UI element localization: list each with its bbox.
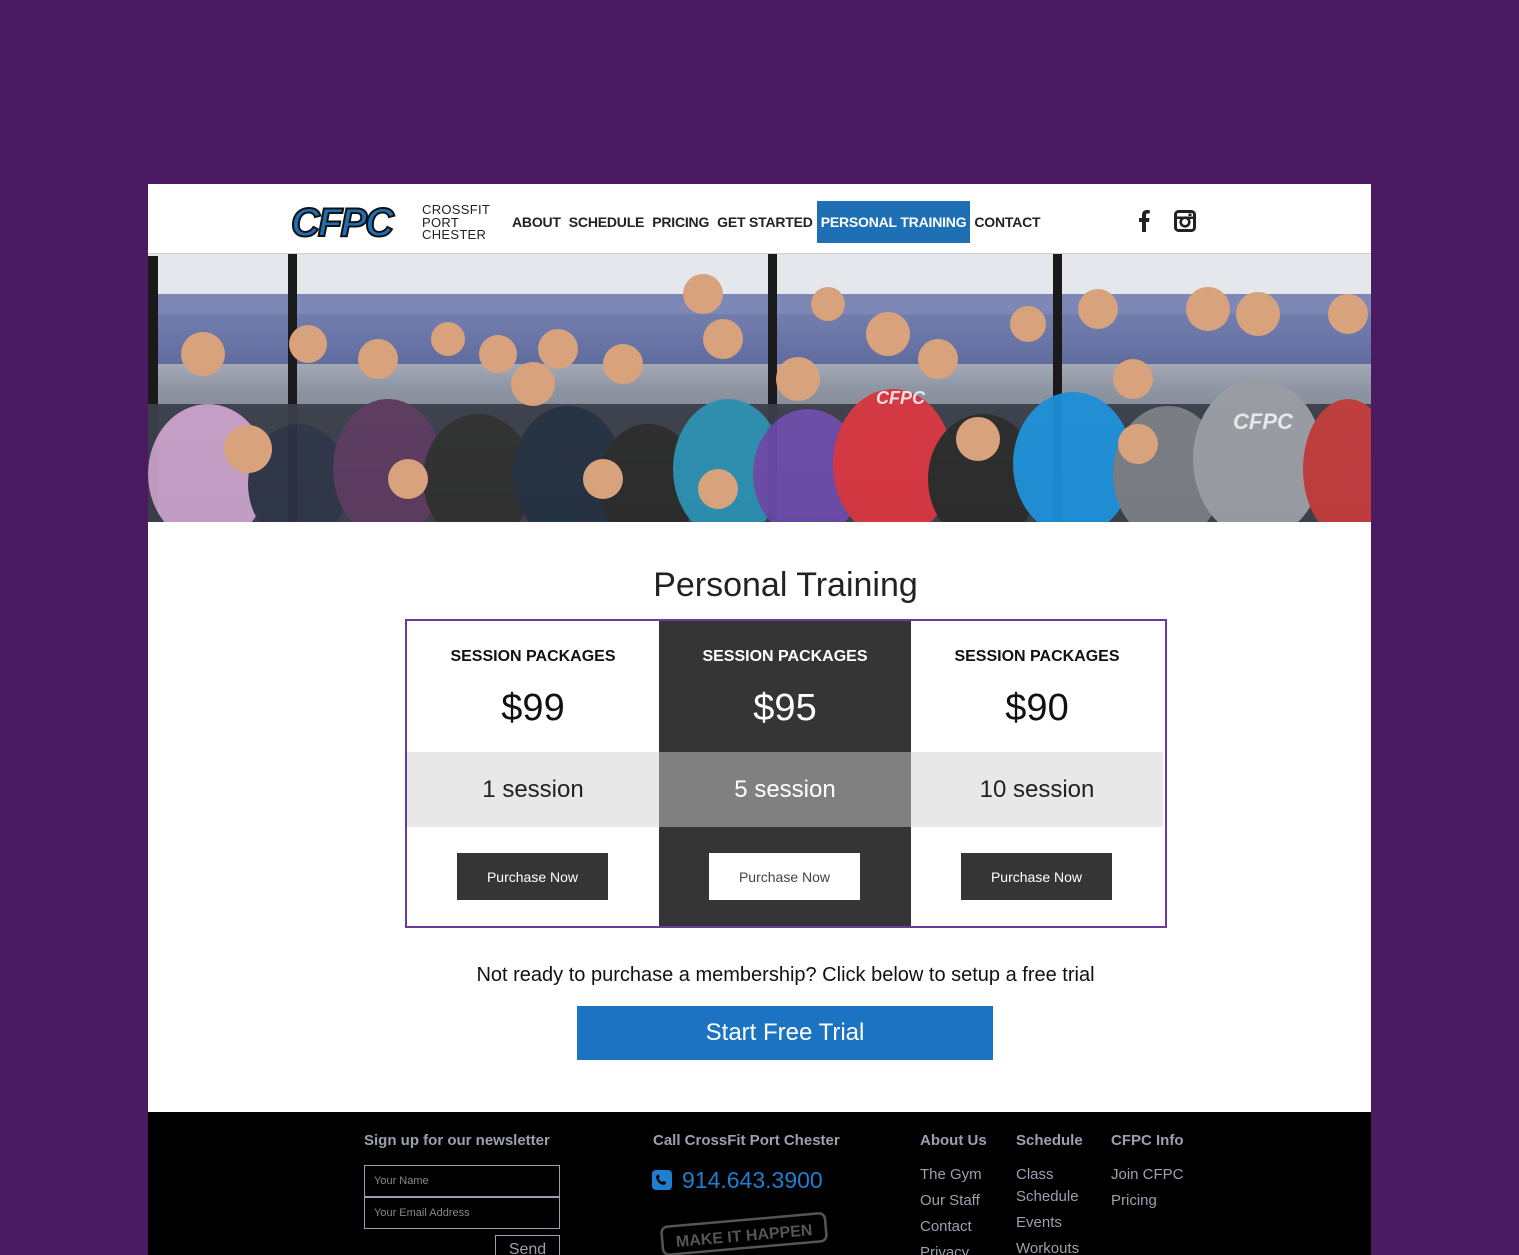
purchase-now-button[interactable]: Purchase Now	[709, 853, 860, 900]
site-footer: Sign up for our newsletter Send Call Cro…	[148, 1112, 1371, 1255]
footer-link-our-staff[interactable]: Our Staff	[920, 1190, 980, 1212]
newsletter-name-input[interactable]	[364, 1165, 560, 1197]
plan-heading: SESSION PACKAGES	[450, 648, 616, 665]
newsletter-email-input[interactable]	[364, 1197, 560, 1229]
make-it-happen-stamp: MAKE IT HAPPEN	[658, 1212, 830, 1255]
plan-heading: SESSION PACKAGES	[954, 648, 1120, 665]
site-logo[interactable]: CFPC CROSSFIT PORT CHESTER	[289, 200, 490, 246]
svg-text:CFPC: CFPC	[876, 388, 926, 408]
footer-cfpc-info-heading: CFPC Info	[1111, 1132, 1184, 1149]
footer-link-privacy[interactable]: Privacy	[920, 1242, 969, 1255]
phone-icon	[652, 1170, 672, 1190]
pricing-plan-10: SESSION PACKAGES $90 10 session Purchase…	[911, 621, 1163, 926]
hero-group-photo: CFPC CFPC	[148, 254, 1371, 522]
call-heading: Call CrossFit Port Chester	[653, 1132, 840, 1149]
footer-link-workouts[interactable]: Workouts	[1016, 1238, 1079, 1255]
phone-number: 914.643.3900	[682, 1166, 823, 1193]
purchase-now-button[interactable]: Purchase Now	[961, 853, 1112, 900]
plan-price: $95	[753, 687, 817, 729]
footer-link-the-gym[interactable]: The Gym	[920, 1164, 982, 1186]
nav-schedule[interactable]: SCHEDULE	[565, 201, 648, 243]
nav-personal-training[interactable]: PERSONAL TRAINING	[816, 201, 971, 243]
footer-link-class-schedule[interactable]: Class Schedule	[1016, 1164, 1086, 1208]
footer-link-pricing[interactable]: Pricing	[1111, 1190, 1157, 1212]
main-nav: ABOUT SCHEDULE PRICING GET STARTED PERSO…	[508, 201, 1044, 243]
footer-link-events[interactable]: Events	[1016, 1212, 1062, 1234]
plan-sessions: 5 session	[659, 752, 911, 827]
page-frame: CFPC CROSSFIT PORT CHESTER ABOUT SCHEDUL…	[148, 184, 1371, 1255]
hero-photo-illustration: CFPC CFPC	[148, 254, 1371, 522]
footer-schedule-heading: Schedule	[1016, 1132, 1083, 1149]
nav-get-started[interactable]: GET STARTED	[713, 201, 817, 243]
cfpc-logo-mark: CFPC	[290, 200, 398, 246]
phone-link[interactable]: 914.643.3900	[652, 1166, 823, 1194]
start-free-trial-button[interactable]: Start Free Trial	[577, 1006, 993, 1060]
instagram-icon[interactable]	[1173, 208, 1197, 234]
pricing-plan-1: SESSION PACKAGES $99 1 session Purchase …	[407, 621, 659, 926]
newsletter-send-button[interactable]: Send	[495, 1235, 560, 1255]
site-header: CFPC CROSSFIT PORT CHESTER ABOUT SCHEDUL…	[148, 184, 1371, 254]
pricing-table: SESSION PACKAGES $99 1 session Purchase …	[405, 619, 1167, 928]
free-trial-prompt: Not ready to purchase a membership? Clic…	[476, 964, 1095, 986]
nav-about[interactable]: ABOUT	[508, 201, 565, 243]
logo-line: CHESTER	[422, 227, 487, 242]
page-title: Personal Training	[653, 566, 918, 604]
stamp-text: MAKE IT HAPPEN	[675, 1222, 813, 1251]
logo-wordmark: CROSSFIT PORT CHESTER	[422, 203, 490, 242]
footer-link-join-cfpc[interactable]: Join CFPC	[1111, 1164, 1184, 1186]
plan-price: $90	[1005, 687, 1069, 729]
plan-price: $99	[501, 687, 565, 729]
nav-pricing[interactable]: PRICING	[648, 201, 713, 243]
plan-sessions: 1 session	[407, 752, 659, 827]
purchase-now-button[interactable]: Purchase Now	[457, 853, 608, 900]
svg-text:CFPC: CFPC	[1233, 409, 1294, 434]
plan-heading: SESSION PACKAGES	[702, 648, 868, 665]
pricing-plan-5: SESSION PACKAGES $95 5 session Purchase …	[659, 621, 911, 926]
facebook-icon[interactable]	[1132, 208, 1156, 234]
nav-contact[interactable]: CONTACT	[970, 201, 1044, 243]
newsletter-heading: Sign up for our newsletter	[364, 1132, 550, 1149]
plan-sessions: 10 session	[911, 752, 1163, 827]
logo-mark-text: CFPC	[291, 202, 395, 242]
footer-about-heading: About Us	[920, 1132, 987, 1149]
footer-link-contact[interactable]: Contact	[920, 1216, 972, 1238]
